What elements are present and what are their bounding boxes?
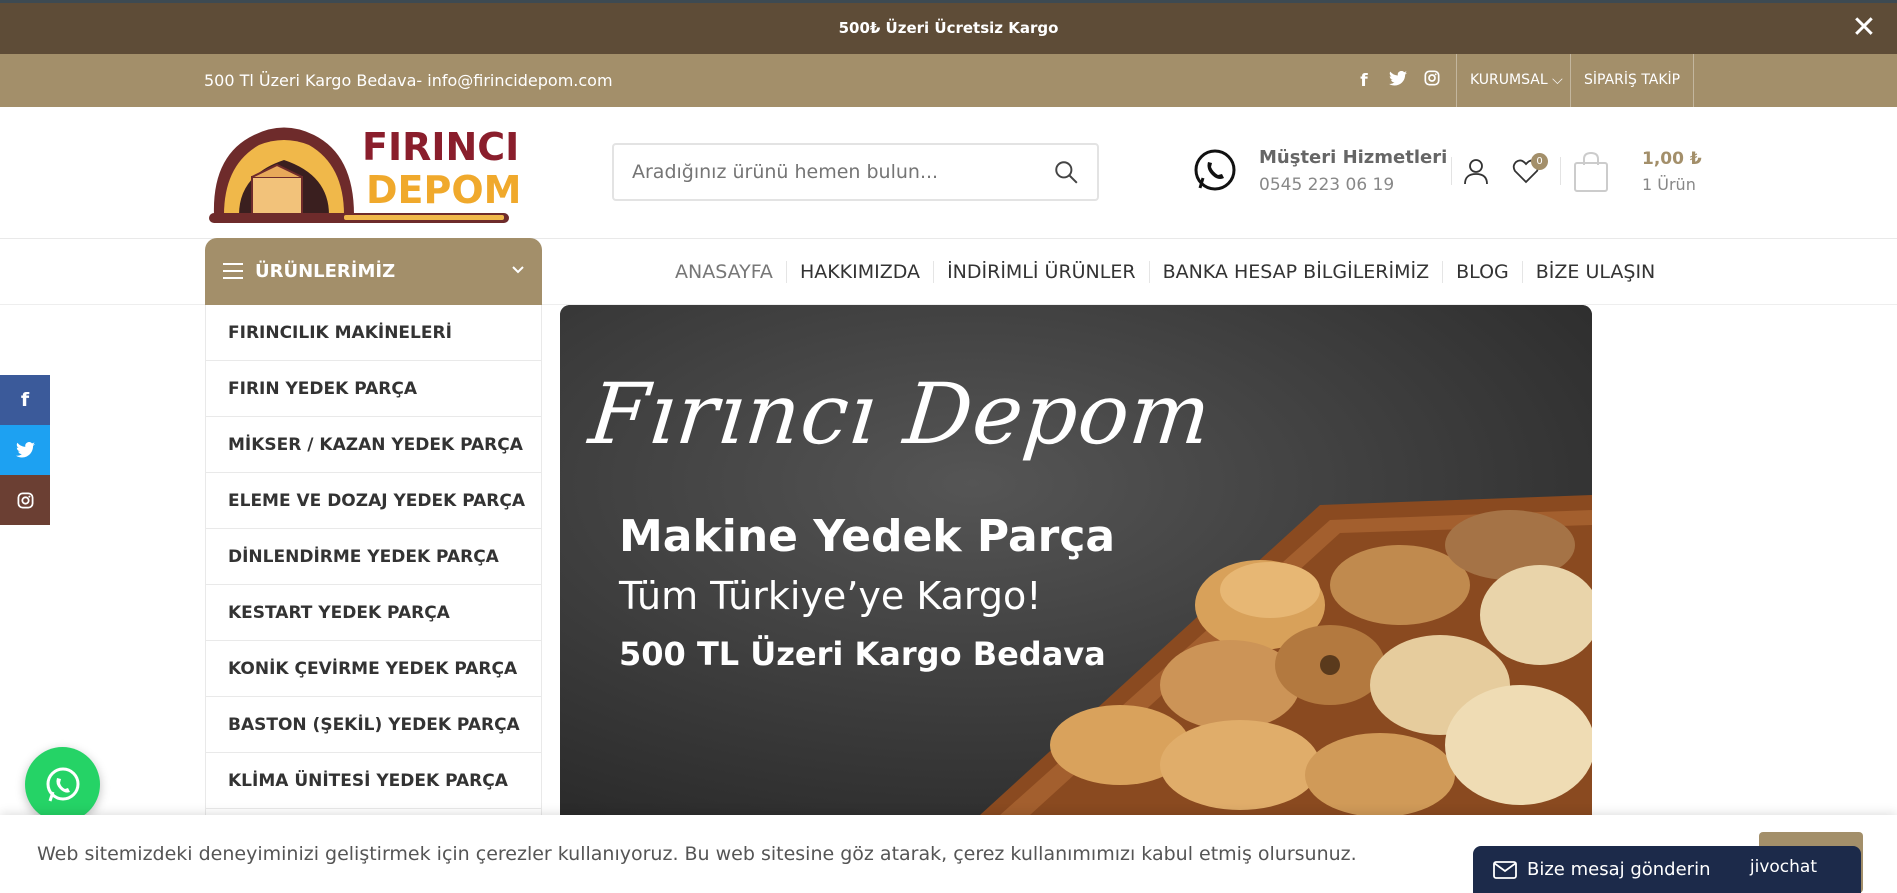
announcement-text: 500₺ Üzeri Ücretsiz Kargo (838, 19, 1059, 37)
search-icon[interactable] (1053, 159, 1079, 185)
category-item[interactable]: KESTART YEDEK PARÇA (206, 585, 541, 641)
twitter-icon[interactable] (0, 425, 50, 475)
banner-subheadline: Tüm Türkiye’ye Kargo! (619, 574, 1042, 618)
order-tracking-link[interactable]: SİPARİŞ TAKİP (1584, 54, 1680, 107)
cart-item-count[interactable]: 1 Ürün (1642, 175, 1696, 194)
divider (1451, 157, 1452, 185)
nav-anasayfa[interactable]: ANASAYFA (662, 261, 786, 283)
logo-text-line1: FIRINCI (362, 125, 518, 169)
shopping-bag-icon[interactable] (1573, 151, 1609, 193)
mail-icon (1493, 861, 1517, 879)
whatsapp-icon (46, 767, 80, 802)
chevron-down-icon (512, 266, 524, 274)
hamburger-icon (223, 263, 243, 279)
category-item[interactable]: MİKSER / KAZAN YEDEK PARÇA (206, 417, 541, 473)
info-bar: 500 Tl Üzeri Kargo Bedava- info@firincid… (0, 54, 1897, 107)
search-input[interactable] (632, 145, 1032, 199)
whatsapp-chat-button[interactable] (25, 747, 100, 822)
categories-title: ÜRÜNLERİMİZ (255, 261, 396, 282)
chat-widget[interactable]: Bize mesaj gönderin jivochat (1473, 846, 1861, 893)
category-item[interactable]: BASTON (ŞEKİL) YEDEK PARÇA (206, 697, 541, 753)
kurumsal-menu[interactable]: KURUMSAL ⌵ (1470, 54, 1563, 107)
chat-brand: jivochat (1749, 857, 1817, 877)
category-item[interactable]: FIRIN YEDEK PARÇA (206, 361, 541, 417)
wishlist-count-badge: 0 (1531, 153, 1548, 170)
category-item[interactable]: KONİK ÇEVİRME YEDEK PARÇA (206, 641, 541, 697)
user-icon[interactable] (1462, 157, 1490, 185)
divider (1693, 54, 1694, 107)
close-icon[interactable]: ✕ (1849, 13, 1879, 43)
nav-blog[interactable]: BLOG (1442, 261, 1522, 283)
hero-banner[interactable]: Fırıncı Depom Makine Yedek Parça Tüm Tür… (560, 305, 1592, 815)
site-logo[interactable]: FIRINCI DEPOM (204, 115, 521, 233)
nav-hakkimizda[interactable]: HAKKIMIZDA (785, 261, 933, 283)
search-box (612, 143, 1099, 201)
facebook-icon[interactable]: f (1355, 71, 1373, 91)
categories-toggle[interactable]: ÜRÜNLERİMİZ (205, 238, 542, 305)
header-social: f (1355, 54, 1441, 107)
category-item[interactable]: FIRINCILIK MAKİNELERİ (206, 305, 541, 361)
banner-script-title: Fırıncı Depom (584, 365, 1217, 463)
cookie-text: Web sitemizdeki deneyiminizi geliştirmek… (37, 843, 1357, 865)
twitter-icon[interactable] (1389, 70, 1407, 91)
instagram-icon[interactable] (1423, 70, 1441, 91)
info-text: 500 Tl Üzeri Kargo Bedava- info@firincid… (204, 71, 613, 90)
site-header: FIRINCI DEPOM Müşteri Hizmetleri 0545 22… (0, 107, 1897, 239)
nav-banka-hesap[interactable]: BANKA HESAP BİLGİLERİMİZ (1148, 261, 1443, 283)
nav-bize-ulasin[interactable]: BİZE ULAŞIN (1521, 261, 1669, 283)
support-phone[interactable]: 0545 223 06 19 (1259, 175, 1394, 195)
chat-label: Bize mesaj gönderin (1527, 859, 1711, 880)
whatsapp-icon[interactable] (1192, 147, 1238, 193)
category-item[interactable]: ELEME VE DOZAJ YEDEK PARÇA (206, 473, 541, 529)
nav-indirimli-urunler[interactable]: İNDİRİMLİ ÜRÜNLER (933, 261, 1149, 283)
announcement-bar: 500₺ Üzeri Ücretsiz Kargo ✕ (0, 0, 1897, 54)
support-title: Müşteri Hizmetleri (1259, 147, 1448, 168)
cart-total[interactable]: 1,00 ₺ (1642, 149, 1702, 169)
category-item[interactable]: DİNLENDİRME YEDEK PARÇA (206, 529, 541, 585)
floating-social-bar: f (0, 375, 50, 525)
main-navigation: ANASAYFA HAKKIMIZDA İNDİRİMLİ ÜRÜNLER BA… (662, 239, 1668, 305)
divider (1456, 54, 1457, 107)
banner-shipping-note: 500 TL Üzeri Kargo Bedava (619, 635, 1106, 673)
banner-headline: Makine Yedek Parça (619, 511, 1116, 562)
category-list: FIRINCILIK MAKİNELERİ FIRIN YEDEK PARÇA … (205, 305, 542, 815)
facebook-icon[interactable]: f (0, 375, 50, 425)
category-item[interactable]: KLİMA ÜNİTESİ YEDEK PARÇA (206, 753, 541, 809)
logo-text-line2: DEPOM (366, 168, 518, 212)
divider (1560, 157, 1561, 185)
instagram-icon[interactable] (0, 475, 50, 525)
divider (1570, 54, 1571, 107)
